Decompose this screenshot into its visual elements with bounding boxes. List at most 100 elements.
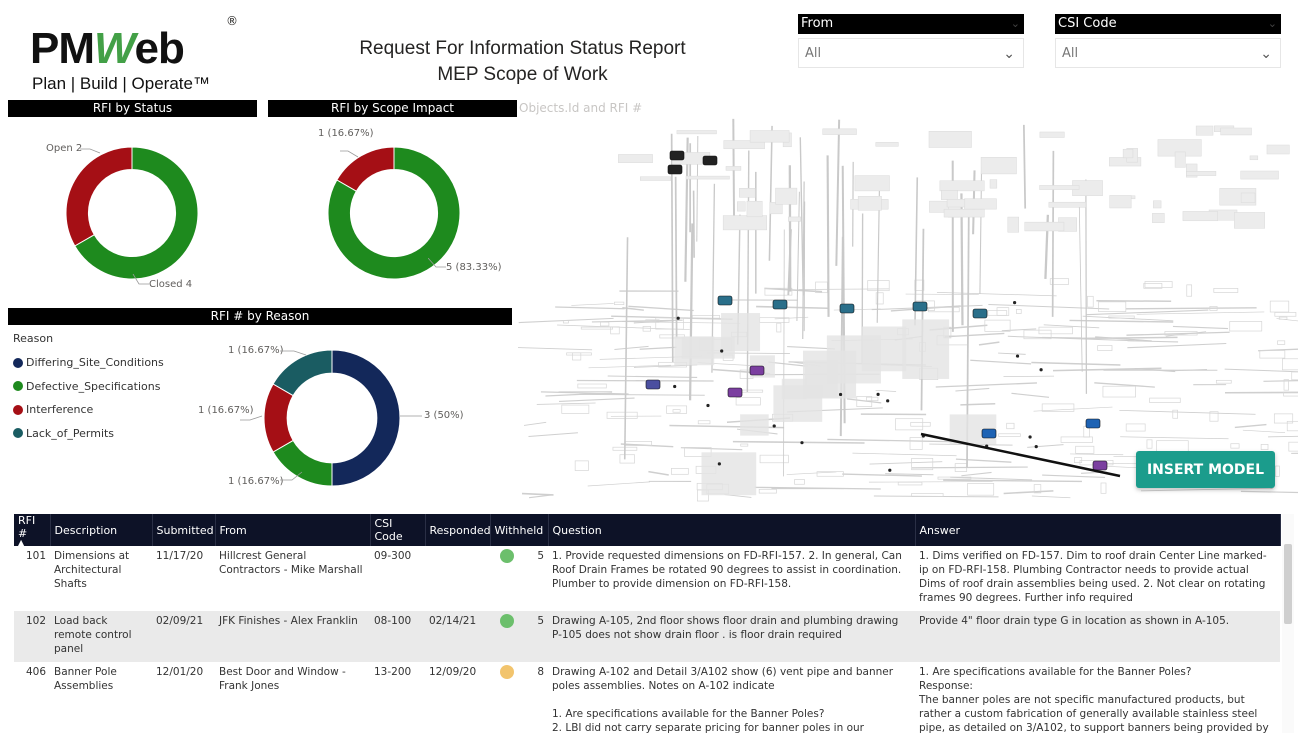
model-geometry bbox=[676, 130, 717, 135]
model-geometry bbox=[941, 190, 958, 200]
legend-item[interactable]: Lack_of_Permits bbox=[13, 422, 164, 446]
model-geometry bbox=[1034, 445, 1038, 449]
chevron-down-icon: ⌄ bbox=[1003, 46, 1015, 62]
withheld-status-dot bbox=[500, 549, 514, 563]
from-slicer-dropdown[interactable]: All ⌄ bbox=[798, 38, 1024, 68]
model-geometry bbox=[776, 322, 782, 333]
col-header-description[interactable]: Description bbox=[50, 514, 153, 546]
from-slicer[interactable]: From ⌄ All ⌄ bbox=[798, 14, 1024, 68]
model-geometry bbox=[685, 175, 730, 180]
model-geometry bbox=[528, 432, 578, 437]
report-title-line1: Request For Information Status Report bbox=[359, 38, 686, 59]
col-header-answer[interactable]: Answer bbox=[915, 514, 1281, 546]
scope-large-leader bbox=[428, 258, 446, 268]
model-geometry bbox=[1240, 490, 1298, 494]
logo-registered-mark: ® bbox=[226, 14, 238, 28]
chevron-down-icon: ⌄ bbox=[1267, 17, 1277, 30]
model-geometry bbox=[1242, 429, 1286, 434]
model-geometry bbox=[1039, 185, 1080, 190]
model-geometry bbox=[955, 458, 1012, 463]
legend-item[interactable]: Defective_Specifications bbox=[13, 375, 164, 399]
bim-model-render[interactable] bbox=[518, 118, 1298, 506]
csi-code-slicer[interactable]: CSI Code ⌄ All ⌄ bbox=[1055, 14, 1281, 68]
model-geometry bbox=[1172, 409, 1178, 419]
model-geometry bbox=[1274, 312, 1297, 317]
model-geometry bbox=[895, 418, 924, 431]
model-geometry bbox=[1042, 474, 1106, 478]
pmweb-logo: PMWeb ® Plan | Build | Operate™ bbox=[30, 14, 240, 96]
cell-question: Drawing A-105, 2nd floor shows floor dra… bbox=[548, 611, 915, 662]
model-geometry bbox=[772, 299, 788, 310]
model-geometry bbox=[669, 150, 685, 161]
model-geometry bbox=[978, 341, 1000, 346]
rfi-table: RFI # ▲ Description Submitted From CSI Co… bbox=[14, 514, 1294, 733]
model-geometry bbox=[721, 313, 761, 352]
chevron-down-icon: ⌄ bbox=[1260, 46, 1272, 62]
model-geometry bbox=[1275, 465, 1280, 477]
rfi-status-donut[interactable] bbox=[65, 146, 199, 280]
scrollbar-thumb[interactable] bbox=[1284, 544, 1292, 624]
model-geometry bbox=[888, 468, 892, 472]
from-slicer-header: From ⌄ bbox=[798, 14, 1024, 34]
table-row[interactable]: 101 Dimensions at Architectural Shafts 1… bbox=[14, 546, 1280, 611]
table-header-row: RFI # ▲ Description Submitted From CSI Co… bbox=[14, 514, 1281, 547]
model-geometry bbox=[740, 443, 749, 447]
rfi-by-status-title: RFI by Status bbox=[8, 100, 257, 117]
report-title: Request For Information Status Report ME… bbox=[330, 36, 715, 88]
col-header-from[interactable]: From bbox=[215, 514, 371, 546]
model-geometry bbox=[764, 287, 823, 293]
model-geometry bbox=[1024, 221, 1065, 232]
cell-description: Banner Pole Assemblies bbox=[54, 666, 117, 692]
model-geometry bbox=[1075, 445, 1095, 454]
model-geometry bbox=[1213, 288, 1239, 293]
rfi-reason-donut[interactable] bbox=[263, 349, 401, 487]
model-geometry bbox=[1240, 192, 1256, 203]
model-geometry bbox=[1249, 155, 1259, 161]
model-geometry bbox=[607, 375, 698, 378]
reason-defective-leader bbox=[280, 471, 303, 481]
model-geometry bbox=[1153, 200, 1162, 209]
legend-item[interactable]: Interference bbox=[13, 398, 164, 422]
model-geometry bbox=[970, 359, 1032, 365]
cell-question: Drawing A-102 and Detail 3/A102 show (6)… bbox=[552, 666, 894, 733]
col-header-question[interactable]: Question bbox=[548, 514, 916, 546]
model-geometry bbox=[1051, 150, 1055, 317]
bim-model-viewer[interactable] bbox=[518, 118, 1298, 506]
model-geometry bbox=[600, 321, 610, 327]
model-geometry bbox=[768, 125, 773, 261]
table-row[interactable]: 406 Banner Pole Assemblies 12/01/20 Best… bbox=[14, 662, 1280, 733]
col-header-submitted[interactable]: Submitted bbox=[152, 514, 216, 546]
model-geometry bbox=[1278, 316, 1288, 320]
col-header-responded[interactable]: Responded bbox=[425, 514, 491, 546]
csi-slicer-dropdown[interactable]: All ⌄ bbox=[1055, 38, 1281, 68]
model-geometry bbox=[1127, 342, 1227, 349]
model-geometry bbox=[566, 352, 592, 356]
model-viewer-title: Objects.Id and RFI # bbox=[519, 101, 643, 115]
table-row[interactable]: 102 Load back remote control panel 02/09… bbox=[14, 611, 1280, 662]
model-geometry bbox=[1282, 358, 1298, 371]
donut-slice[interactable] bbox=[263, 383, 294, 453]
insert-model-button[interactable]: INSERT MODEL bbox=[1136, 451, 1275, 488]
model-geometry bbox=[912, 301, 928, 312]
table-scrollbar[interactable] bbox=[1282, 514, 1294, 733]
model-geometry bbox=[972, 308, 988, 319]
model-geometry bbox=[875, 142, 899, 147]
model-geometry bbox=[521, 492, 554, 496]
model-geometry bbox=[909, 437, 923, 450]
col-header-withheld[interactable]: Withheld bbox=[490, 514, 549, 546]
legend-dot bbox=[13, 428, 23, 439]
donut-slice[interactable] bbox=[331, 349, 401, 487]
scope-large-label: 5 (83.33%) bbox=[446, 262, 502, 273]
donut-slice[interactable] bbox=[65, 146, 133, 247]
chevron-down-icon: ⌄ bbox=[1010, 17, 1020, 30]
model-geometry bbox=[955, 387, 990, 392]
col-header-csi-code[interactable]: CSI Code bbox=[370, 514, 426, 546]
col-header-rfi[interactable]: RFI # ▲ bbox=[14, 514, 51, 547]
model-geometry bbox=[619, 454, 635, 464]
model-geometry bbox=[1195, 125, 1214, 136]
legend-item[interactable]: Differing_Site_Conditions bbox=[13, 351, 164, 375]
model-geometry bbox=[702, 155, 718, 166]
model-geometry bbox=[939, 180, 985, 192]
model-geometry bbox=[674, 336, 715, 366]
model-geometry bbox=[737, 201, 746, 212]
